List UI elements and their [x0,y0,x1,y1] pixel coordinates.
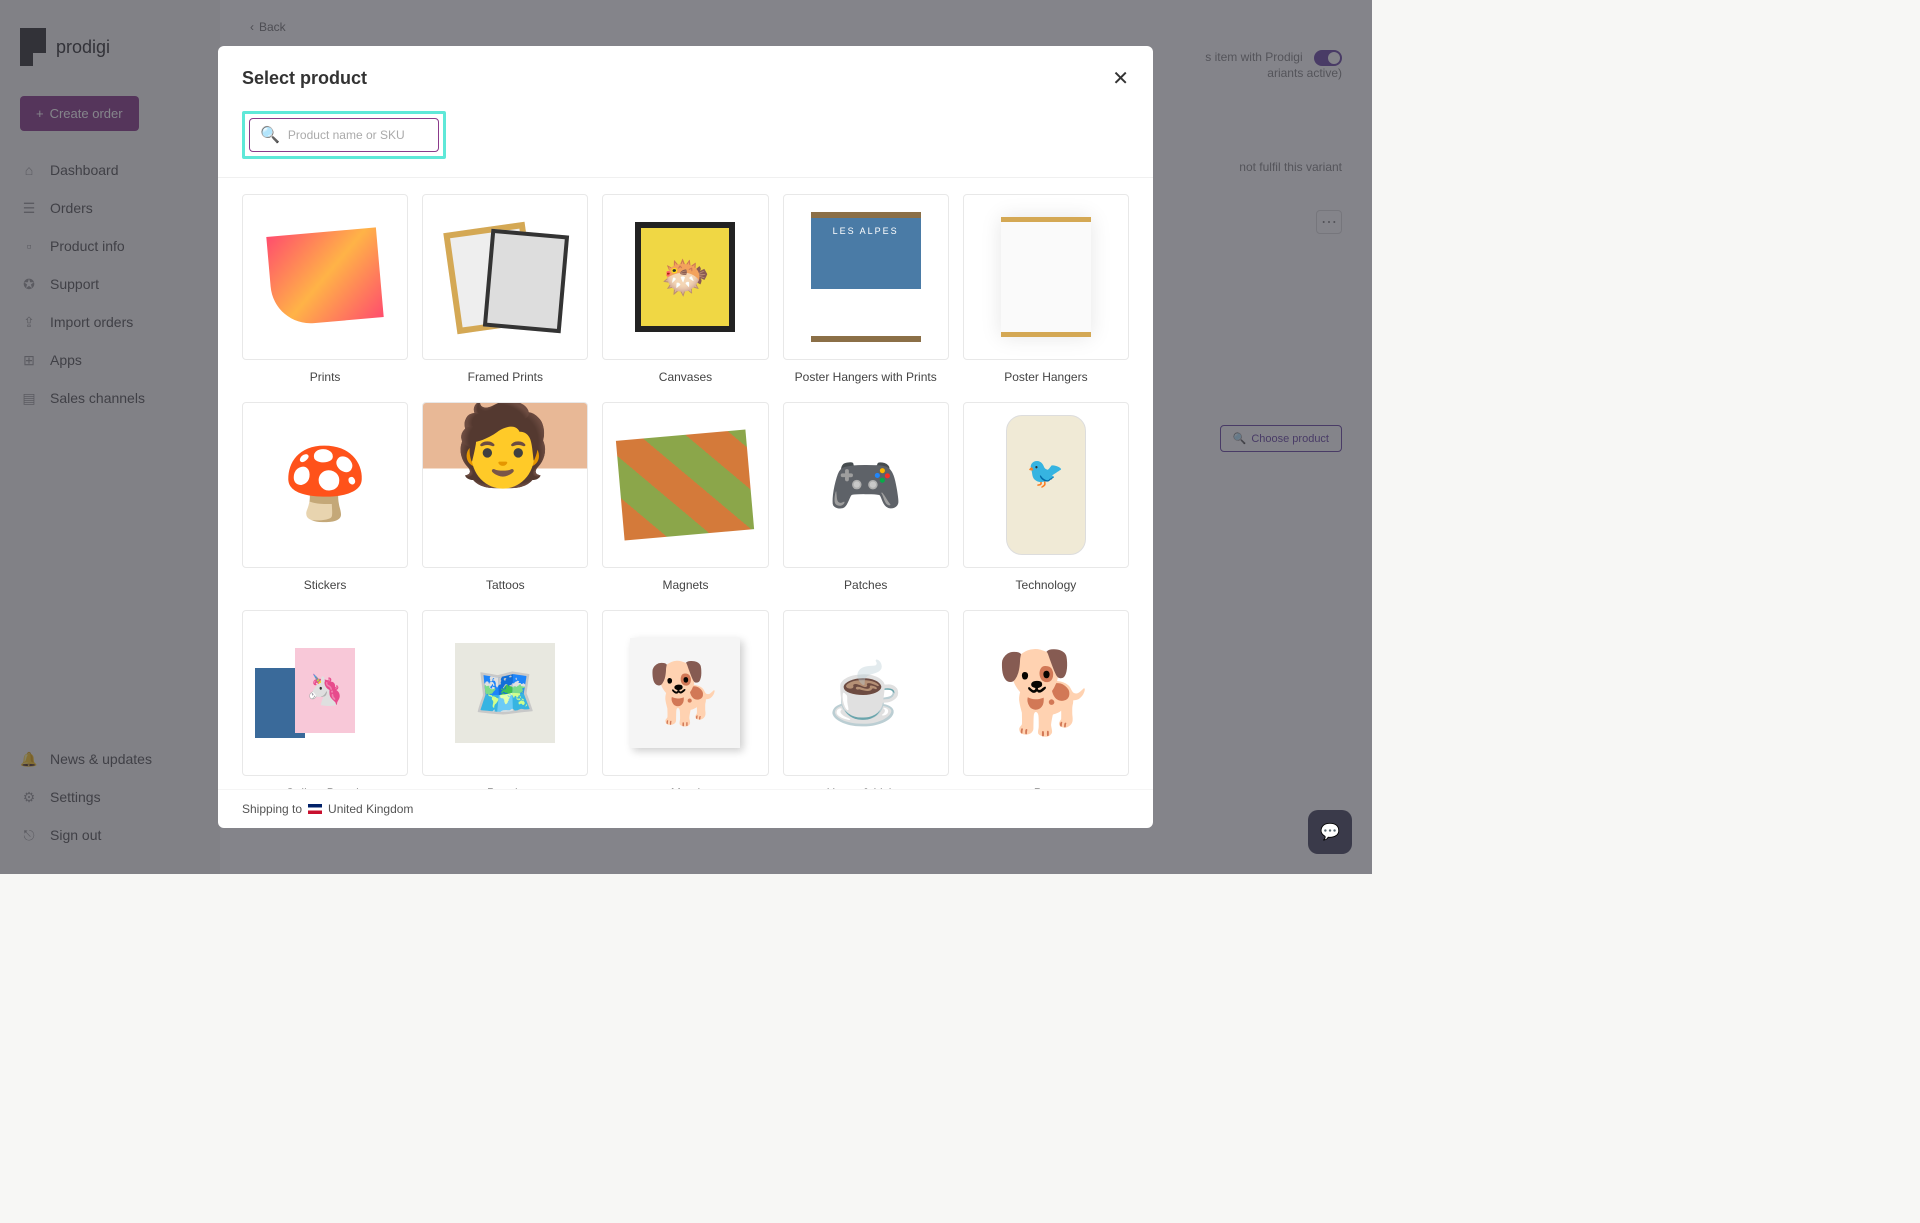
product-category-card[interactable]: 🗺️Panels [422,610,588,789]
modal-title: Select product [242,68,367,89]
product-category-card[interactable]: Technology [963,402,1129,596]
search-highlight: 🔍 [242,111,446,159]
product-category-label: Tattoos [422,568,588,596]
product-category-card[interactable]: Prints [242,194,408,388]
chat-button[interactable]: 💬 [1308,810,1352,854]
product-grid: Prints Framed Prints Canvases Poster Hanger… [242,194,1129,789]
product-category-thumbnail: 🎮 [783,402,949,568]
product-category-thumbnail: 🍄 [242,402,408,568]
product-category-label: Magnets [602,568,768,596]
product-category-label: Pets [963,776,1129,789]
product-category-label: Patches [783,568,949,596]
product-category-card[interactable]: Framed Prints [422,194,588,388]
product-category-card[interactable]: Magnets [602,402,768,596]
modal-footer: Shipping to United Kingdom [218,789,1153,828]
product-category-thumbnail: ☕ [783,610,949,776]
product-category-card[interactable]: 🐕Metal [602,610,768,789]
product-category-label: Poster Hangers [963,360,1129,388]
product-category-thumbnail [783,194,949,360]
product-category-card[interactable]: Tattoos [422,402,588,596]
product-category-thumbnail [602,402,768,568]
search-row: 🔍 [218,111,1153,178]
select-product-modal: Select product ✕ 🔍 Prints Framed Prints Ca… [218,46,1153,828]
close-icon: ✕ [1112,68,1129,90]
product-category-label: Prints [242,360,408,388]
product-category-thumbnail [422,194,588,360]
search-input[interactable] [288,128,428,142]
product-category-label: Home & Living [783,776,949,789]
product-category-label: Technology [963,568,1129,596]
search-field[interactable]: 🔍 [249,118,439,152]
product-category-card[interactable]: 🐕Pets [963,610,1129,789]
product-category-thumbnail: 🐕 [602,610,768,776]
product-category-thumbnail [242,194,408,360]
product-category-thumbnail: 🐕 [963,610,1129,776]
shipping-prefix: Shipping to [242,802,302,816]
product-category-label: Canvases [602,360,768,388]
product-category-card[interactable]: Poster Hangers with Prints [783,194,949,388]
product-category-thumbnail [422,402,588,568]
product-category-label: Gallery Boards [242,776,408,789]
close-button[interactable]: ✕ [1112,66,1129,91]
product-category-card[interactable]: 🎮Patches [783,402,949,596]
product-category-thumbnail: 🗺️ [422,610,588,776]
product-category-card[interactable]: Gallery Boards [242,610,408,789]
product-category-label: Panels [422,776,588,789]
product-category-label: Stickers [242,568,408,596]
product-category-thumbnail [602,194,768,360]
shipping-country[interactable]: United Kingdom [328,802,413,816]
product-category-label: Metal [602,776,768,789]
product-category-card[interactable]: ☕Home & Living [783,610,949,789]
product-category-card[interactable]: Poster Hangers [963,194,1129,388]
modal-header: Select product ✕ [218,46,1153,111]
uk-flag-icon [308,804,322,814]
product-category-label: Poster Hangers with Prints [783,360,949,388]
modal-body[interactable]: Prints Framed Prints Canvases Poster Hanger… [218,178,1153,789]
product-category-thumbnail [963,402,1129,568]
product-category-thumbnail [963,194,1129,360]
product-category-label: Framed Prints [422,360,588,388]
chat-icon: 💬 [1320,822,1340,842]
product-category-card[interactable]: Canvases [602,194,768,388]
product-category-thumbnail [242,610,408,776]
product-category-card[interactable]: 🍄Stickers [242,402,408,596]
search-icon: 🔍 [260,125,280,145]
